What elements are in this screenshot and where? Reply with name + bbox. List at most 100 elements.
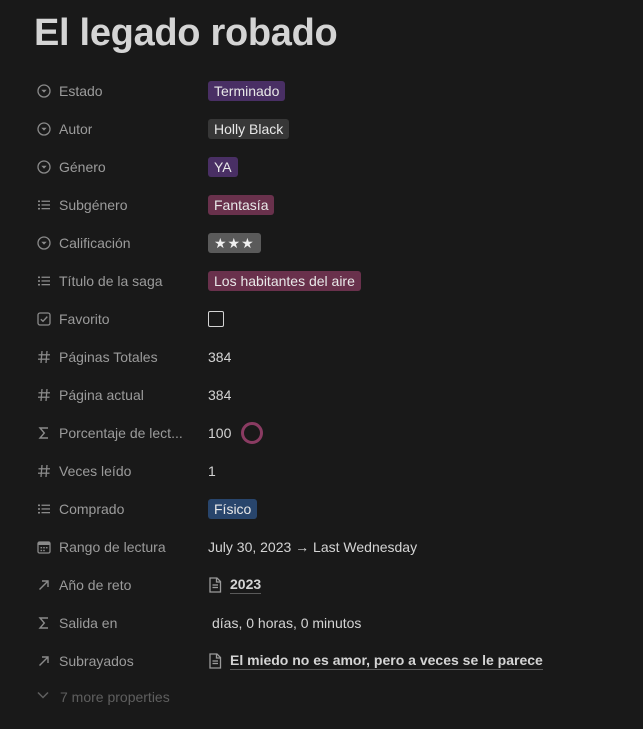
property-label-text: Título de la saga — [59, 273, 163, 289]
chevron-down-icon — [36, 688, 50, 705]
property-row: Rango de lectura July 30, 2023 → Last Wed… — [36, 528, 636, 566]
property-value[interactable] — [208, 300, 224, 338]
select-icon — [36, 83, 52, 99]
property-label-text: Rango de lectura — [59, 539, 166, 555]
property-value[interactable]: 1 — [208, 452, 216, 490]
property-label[interactable]: Comprado — [36, 490, 196, 528]
property-label[interactable]: Favorito — [36, 300, 196, 338]
property-row: Año de reto 2023 — [36, 566, 636, 604]
relation-link[interactable]: El miedo no es amor, pero a veces se le … — [208, 652, 543, 670]
multi-select-icon — [36, 273, 52, 289]
property-row: Comprado Físico — [36, 490, 636, 528]
relation-icon — [36, 577, 52, 593]
property-row: Porcentaje de lect... 100 — [36, 414, 636, 452]
relation-link-text[interactable]: El miedo no es amor, pero a veces se le … — [230, 652, 543, 670]
property-label-text: Comprado — [59, 501, 125, 517]
property-value[interactable]: 100 — [208, 414, 264, 452]
property-row: Salida en días, 0 horas, 0 minutos — [36, 604, 636, 642]
property-label-text: Favorito — [59, 311, 110, 327]
more-properties-label: 7 more properties — [60, 688, 170, 705]
property-label-text: Subrayados — [59, 653, 134, 669]
select-icon — [36, 121, 52, 137]
property-row: Páginas Totales 384 — [36, 338, 636, 376]
property-label-text: Páginas Totales — [59, 349, 158, 365]
property-tag[interactable]: YA — [208, 157, 238, 177]
property-label-text: Género — [59, 159, 106, 175]
page-title[interactable]: El legado robado — [34, 10, 338, 56]
multi-select-icon — [36, 197, 52, 213]
property-value[interactable]: Terminado — [208, 72, 286, 110]
property-value[interactable]: ★★★ — [208, 224, 261, 262]
property-row: Género YA — [36, 148, 636, 186]
properties-list: Estado Terminado Autor Holly Black Género YA S… — [36, 72, 636, 680]
checkbox-icon — [36, 311, 52, 327]
property-label[interactable]: Año de reto — [36, 566, 196, 604]
property-label[interactable]: Título de la saga — [36, 262, 196, 300]
property-label[interactable]: Calificación — [36, 224, 196, 262]
page-icon — [208, 577, 222, 593]
property-tag[interactable]: ★★★ — [208, 233, 261, 253]
property-value[interactable]: días, 0 horas, 0 minutos — [208, 604, 361, 642]
property-label-text: Porcentaje de lect... — [59, 425, 183, 441]
property-label-text: Estado — [59, 83, 103, 99]
property-value[interactable]: Fantasía — [208, 186, 275, 224]
relation-icon — [36, 653, 52, 669]
multi-select-icon — [36, 501, 52, 517]
property-value[interactable]: El miedo no es amor, pero a veces se le … — [208, 642, 543, 680]
property-text-value: días, 0 horas, 0 minutos — [212, 615, 362, 631]
property-label[interactable]: Porcentaje de lect... — [36, 414, 196, 452]
property-row: Subgénero Fantasía — [36, 186, 636, 224]
select-icon — [36, 159, 52, 175]
property-label[interactable]: Género — [36, 148, 196, 186]
select-icon — [36, 235, 52, 251]
property-label[interactable]: Subgénero — [36, 186, 196, 224]
property-value[interactable]: Holly Black — [208, 110, 290, 148]
relation-link-text[interactable]: 2023 — [230, 576, 262, 594]
property-label-text: Veces leído — [59, 463, 132, 479]
number-icon — [36, 463, 52, 479]
property-label[interactable]: Subrayados — [36, 642, 196, 680]
property-tag[interactable]: Los habitantes del aire — [208, 271, 361, 291]
property-row: Autor Holly Black — [36, 110, 636, 148]
progress-value: 100 — [208, 425, 232, 441]
property-text-value: 384 — [208, 387, 232, 403]
property-label-text: Calificación — [59, 235, 131, 251]
property-row: Favorito — [36, 300, 636, 338]
property-label[interactable]: Estado — [36, 72, 196, 110]
property-row: Veces leído 1 — [36, 452, 636, 490]
property-value[interactable]: Los habitantes del aire — [208, 262, 361, 300]
property-label-text: Salida en — [59, 615, 118, 631]
property-label[interactable]: Páginas Totales — [36, 338, 196, 376]
calendar-icon — [36, 539, 52, 555]
property-tag[interactable]: Fantasía — [208, 195, 275, 215]
property-value[interactable]: 384 — [208, 338, 231, 376]
progress-ring-icon — [241, 422, 264, 444]
property-label[interactable]: Rango de lectura — [36, 528, 196, 566]
relation-link[interactable]: 2023 — [208, 576, 262, 594]
property-value[interactable]: YA — [208, 148, 238, 186]
formula-icon — [36, 615, 52, 631]
property-value[interactable]: 384 — [208, 376, 231, 414]
page: El legado robado Estado Terminado Autor Hol… — [0, 0, 643, 729]
property-label[interactable]: Página actual — [36, 376, 196, 414]
property-label-text: Subgénero — [59, 197, 128, 213]
favorite-checkbox[interactable] — [208, 311, 224, 327]
property-label-text: Año de reto — [59, 577, 132, 593]
number-icon — [36, 387, 52, 403]
property-row: Calificación ★★★ — [36, 224, 636, 262]
property-tag[interactable]: Holly Black — [208, 119, 290, 139]
property-label[interactable]: Veces leído — [36, 452, 196, 490]
number-icon — [36, 349, 52, 365]
property-label[interactable]: Autor — [36, 110, 196, 148]
property-text-value: July 30, 2023 → Last Wednesday — [208, 539, 418, 555]
more-properties-toggle[interactable]: 7 more properties — [36, 688, 170, 705]
property-tag[interactable]: Terminado — [208, 81, 286, 101]
property-label-text: Autor — [59, 121, 93, 137]
property-value[interactable]: Físico — [208, 490, 258, 528]
property-label[interactable]: Salida en — [36, 604, 196, 642]
property-label-text: Página actual — [59, 387, 144, 403]
property-tag[interactable]: Físico — [208, 499, 258, 519]
property-row: Subrayados El miedo no es amor, pero a ve… — [36, 642, 636, 680]
property-value[interactable]: 2023 — [208, 566, 262, 604]
property-value[interactable]: July 30, 2023 → Last Wednesday — [208, 528, 417, 566]
